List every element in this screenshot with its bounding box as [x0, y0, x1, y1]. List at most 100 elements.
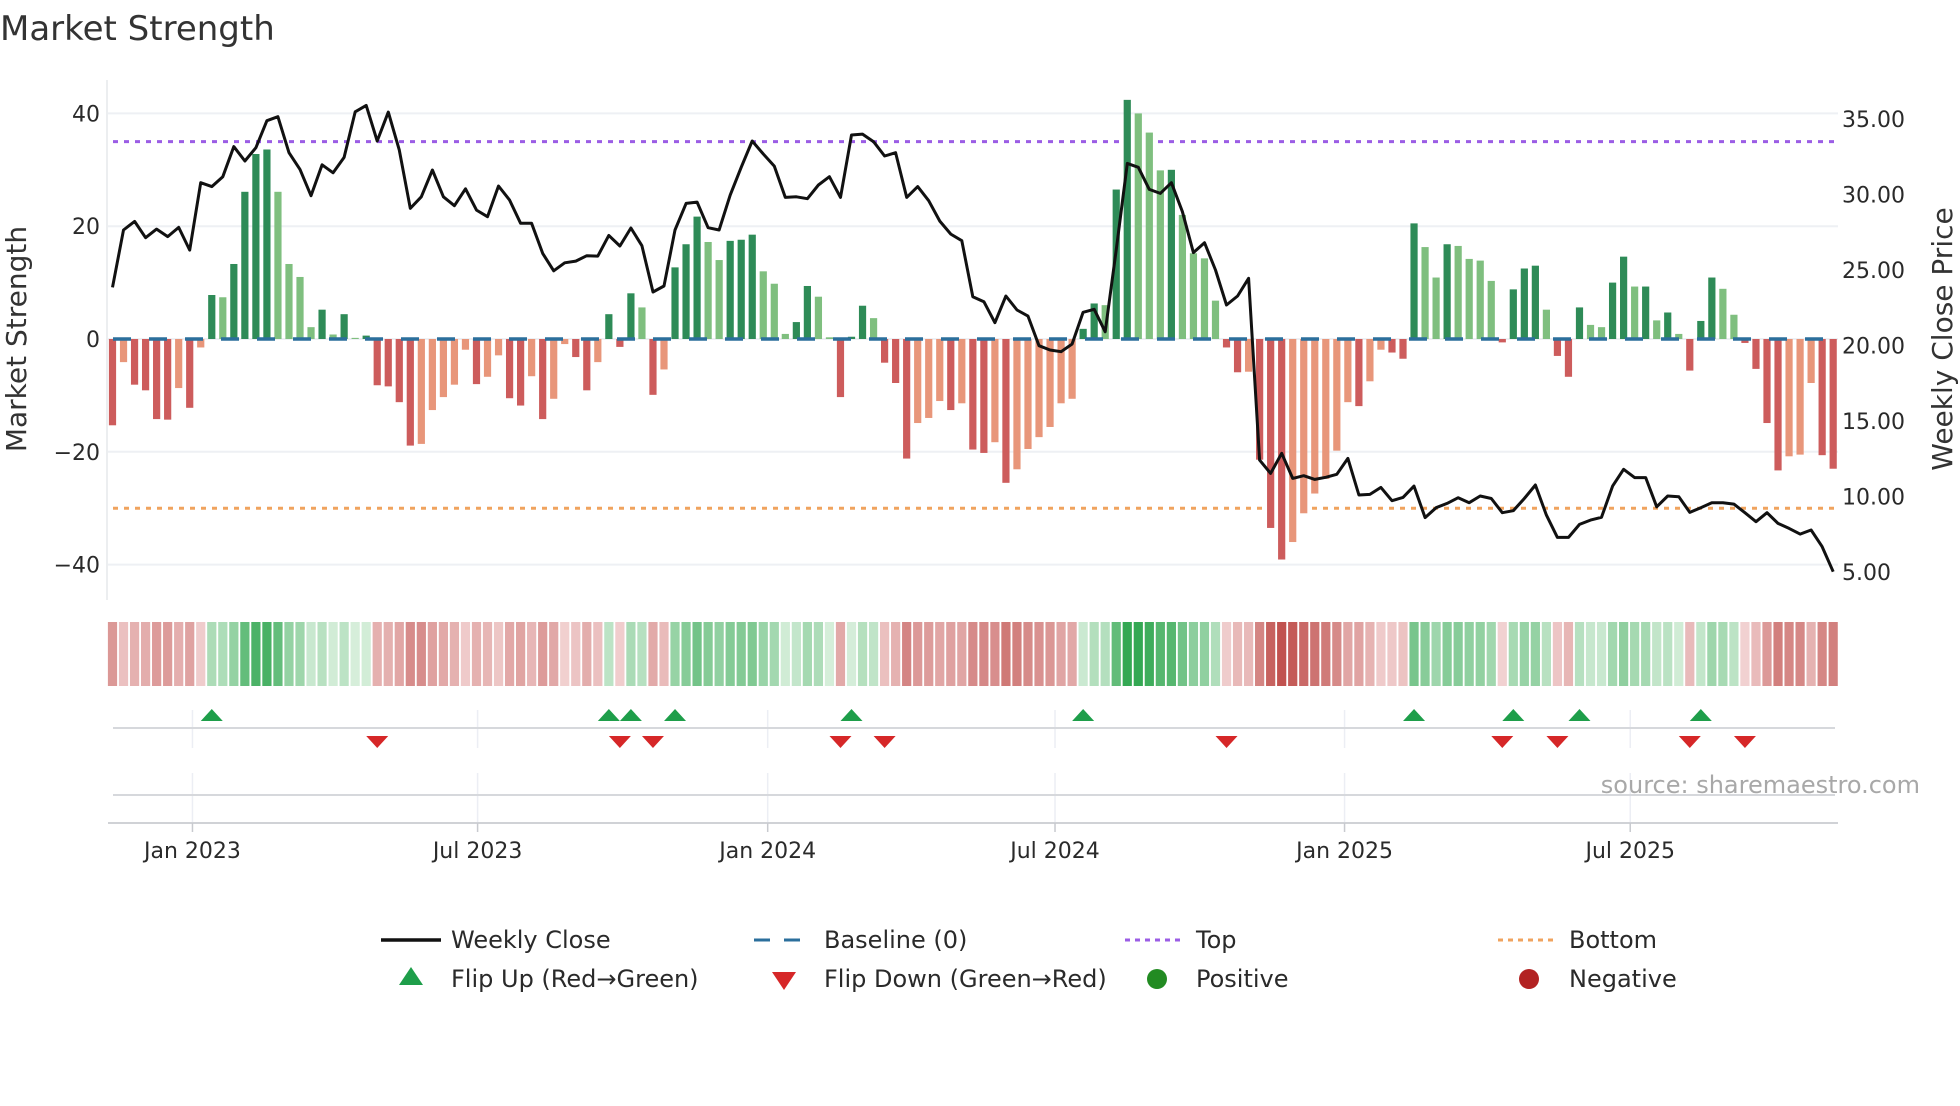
strip-cell [769, 622, 779, 686]
right-y-ticks: 35.00 30.00 25.00 20.00 15.00 10.00 5.00 [1842, 108, 1905, 586]
strength-bar [1046, 339, 1054, 427]
strip-cell [218, 622, 228, 686]
strip-cell [1409, 622, 1419, 686]
strength-bar [351, 337, 359, 339]
strip-cell [416, 622, 426, 686]
strength-bar [505, 339, 514, 399]
strength-bar [649, 339, 657, 395]
strip-cell [229, 622, 239, 686]
strength-bar [638, 307, 646, 339]
strip-cell [791, 622, 801, 686]
strip-cell [152, 622, 162, 686]
strip-cell [935, 622, 945, 686]
strip-cell [295, 622, 305, 686]
flip-up-triangle-icon [1502, 709, 1525, 721]
strip-cell [549, 622, 559, 686]
strip-cell [1177, 622, 1188, 686]
strength-bar [1200, 258, 1209, 339]
strength-bar [1531, 265, 1539, 339]
strength-bar [914, 339, 922, 424]
strip-cell [107, 622, 118, 686]
strength-bar [572, 339, 580, 358]
strip-cell [824, 622, 835, 686]
strength-bar [285, 263, 293, 339]
strength-bar [1520, 268, 1528, 339]
strength-bar [969, 339, 977, 450]
strength-bar [1145, 132, 1153, 339]
strength-bar [770, 283, 778, 339]
strip-cell [703, 622, 713, 686]
strip-cell [129, 622, 140, 686]
strip-cell [1508, 622, 1518, 686]
strength-bar [274, 191, 282, 339]
strength-bar [1752, 339, 1760, 369]
strip-cell [780, 622, 790, 686]
strip-cell [1596, 622, 1607, 686]
strip-cell [1166, 622, 1176, 686]
strength-bar [925, 339, 933, 418]
strip-cell [185, 622, 195, 686]
strip-cell [1652, 622, 1662, 686]
legend-flip-up-label: Flip Up (Red→Green) [451, 965, 699, 993]
strength-bar [1300, 339, 1308, 514]
strength-bar [1708, 277, 1716, 339]
strength-bar [1774, 339, 1782, 471]
strength-bar [1476, 260, 1484, 339]
legend-weekly-close-label: Weekly Close [451, 926, 611, 954]
legend-baseline-label: Baseline (0) [824, 926, 967, 954]
strength-bar [1035, 339, 1043, 438]
flip-up-triangle-icon [840, 709, 863, 721]
strength-bar [903, 339, 911, 459]
strength-bar [483, 339, 492, 377]
strength-bar [715, 260, 723, 339]
strip-cell [1696, 622, 1706, 686]
strength-bar [1024, 339, 1032, 449]
strength-bar [1653, 320, 1661, 339]
strip-cell [482, 622, 493, 686]
strip-cell [1221, 622, 1232, 686]
strip-cell [1398, 622, 1408, 686]
strength-bar [539, 339, 547, 420]
strength-bar [119, 339, 128, 363]
y2-tick-label: 25.00 [1842, 259, 1905, 284]
strength-bar [1818, 339, 1826, 456]
strength-bar [792, 322, 800, 339]
flip-up-triangle-icon [619, 709, 642, 721]
x-tick-label: Jan 2024 [717, 839, 816, 864]
strip-cell [1552, 622, 1563, 686]
source-label: source: sharemaestro.com [1601, 771, 1920, 799]
strip-cell [1442, 622, 1452, 686]
legend-bottom-label: Bottom [1569, 926, 1657, 954]
flip-up-triangle-icon [200, 709, 223, 721]
y-tick-label: 20 [72, 215, 100, 240]
strength-bar [1421, 247, 1429, 339]
strip-cell [1111, 622, 1121, 686]
strip-cell [118, 622, 129, 686]
strength-bar [1134, 113, 1142, 340]
strength-bar [1388, 339, 1396, 353]
strength-bar [594, 339, 602, 363]
strip-cell [615, 622, 625, 686]
strength-bar [726, 240, 734, 339]
strength-bar [814, 296, 823, 339]
strength-bar [936, 339, 944, 402]
y2-tick-label: 15.00 [1842, 410, 1905, 435]
strip-cell [1288, 622, 1298, 686]
strip-cell [1663, 622, 1673, 686]
strength-bar [373, 339, 381, 386]
strip-cell [1012, 622, 1022, 686]
strip-cell [1773, 622, 1783, 686]
strength-bar [660, 339, 668, 370]
strip-cell [317, 622, 327, 686]
strength-bar [494, 339, 503, 356]
strip-cell [1122, 622, 1132, 686]
strength-bar [748, 234, 756, 339]
strength-bar [803, 285, 811, 339]
strip-cell [405, 622, 415, 686]
strength-bar [1432, 277, 1440, 339]
flip-down-triangle-icon [1491, 736, 1514, 748]
strip-cell [196, 622, 206, 686]
strip-cell [1045, 622, 1055, 686]
flip-down-triangle-icon [1678, 736, 1701, 748]
strip-cell [1431, 622, 1441, 686]
